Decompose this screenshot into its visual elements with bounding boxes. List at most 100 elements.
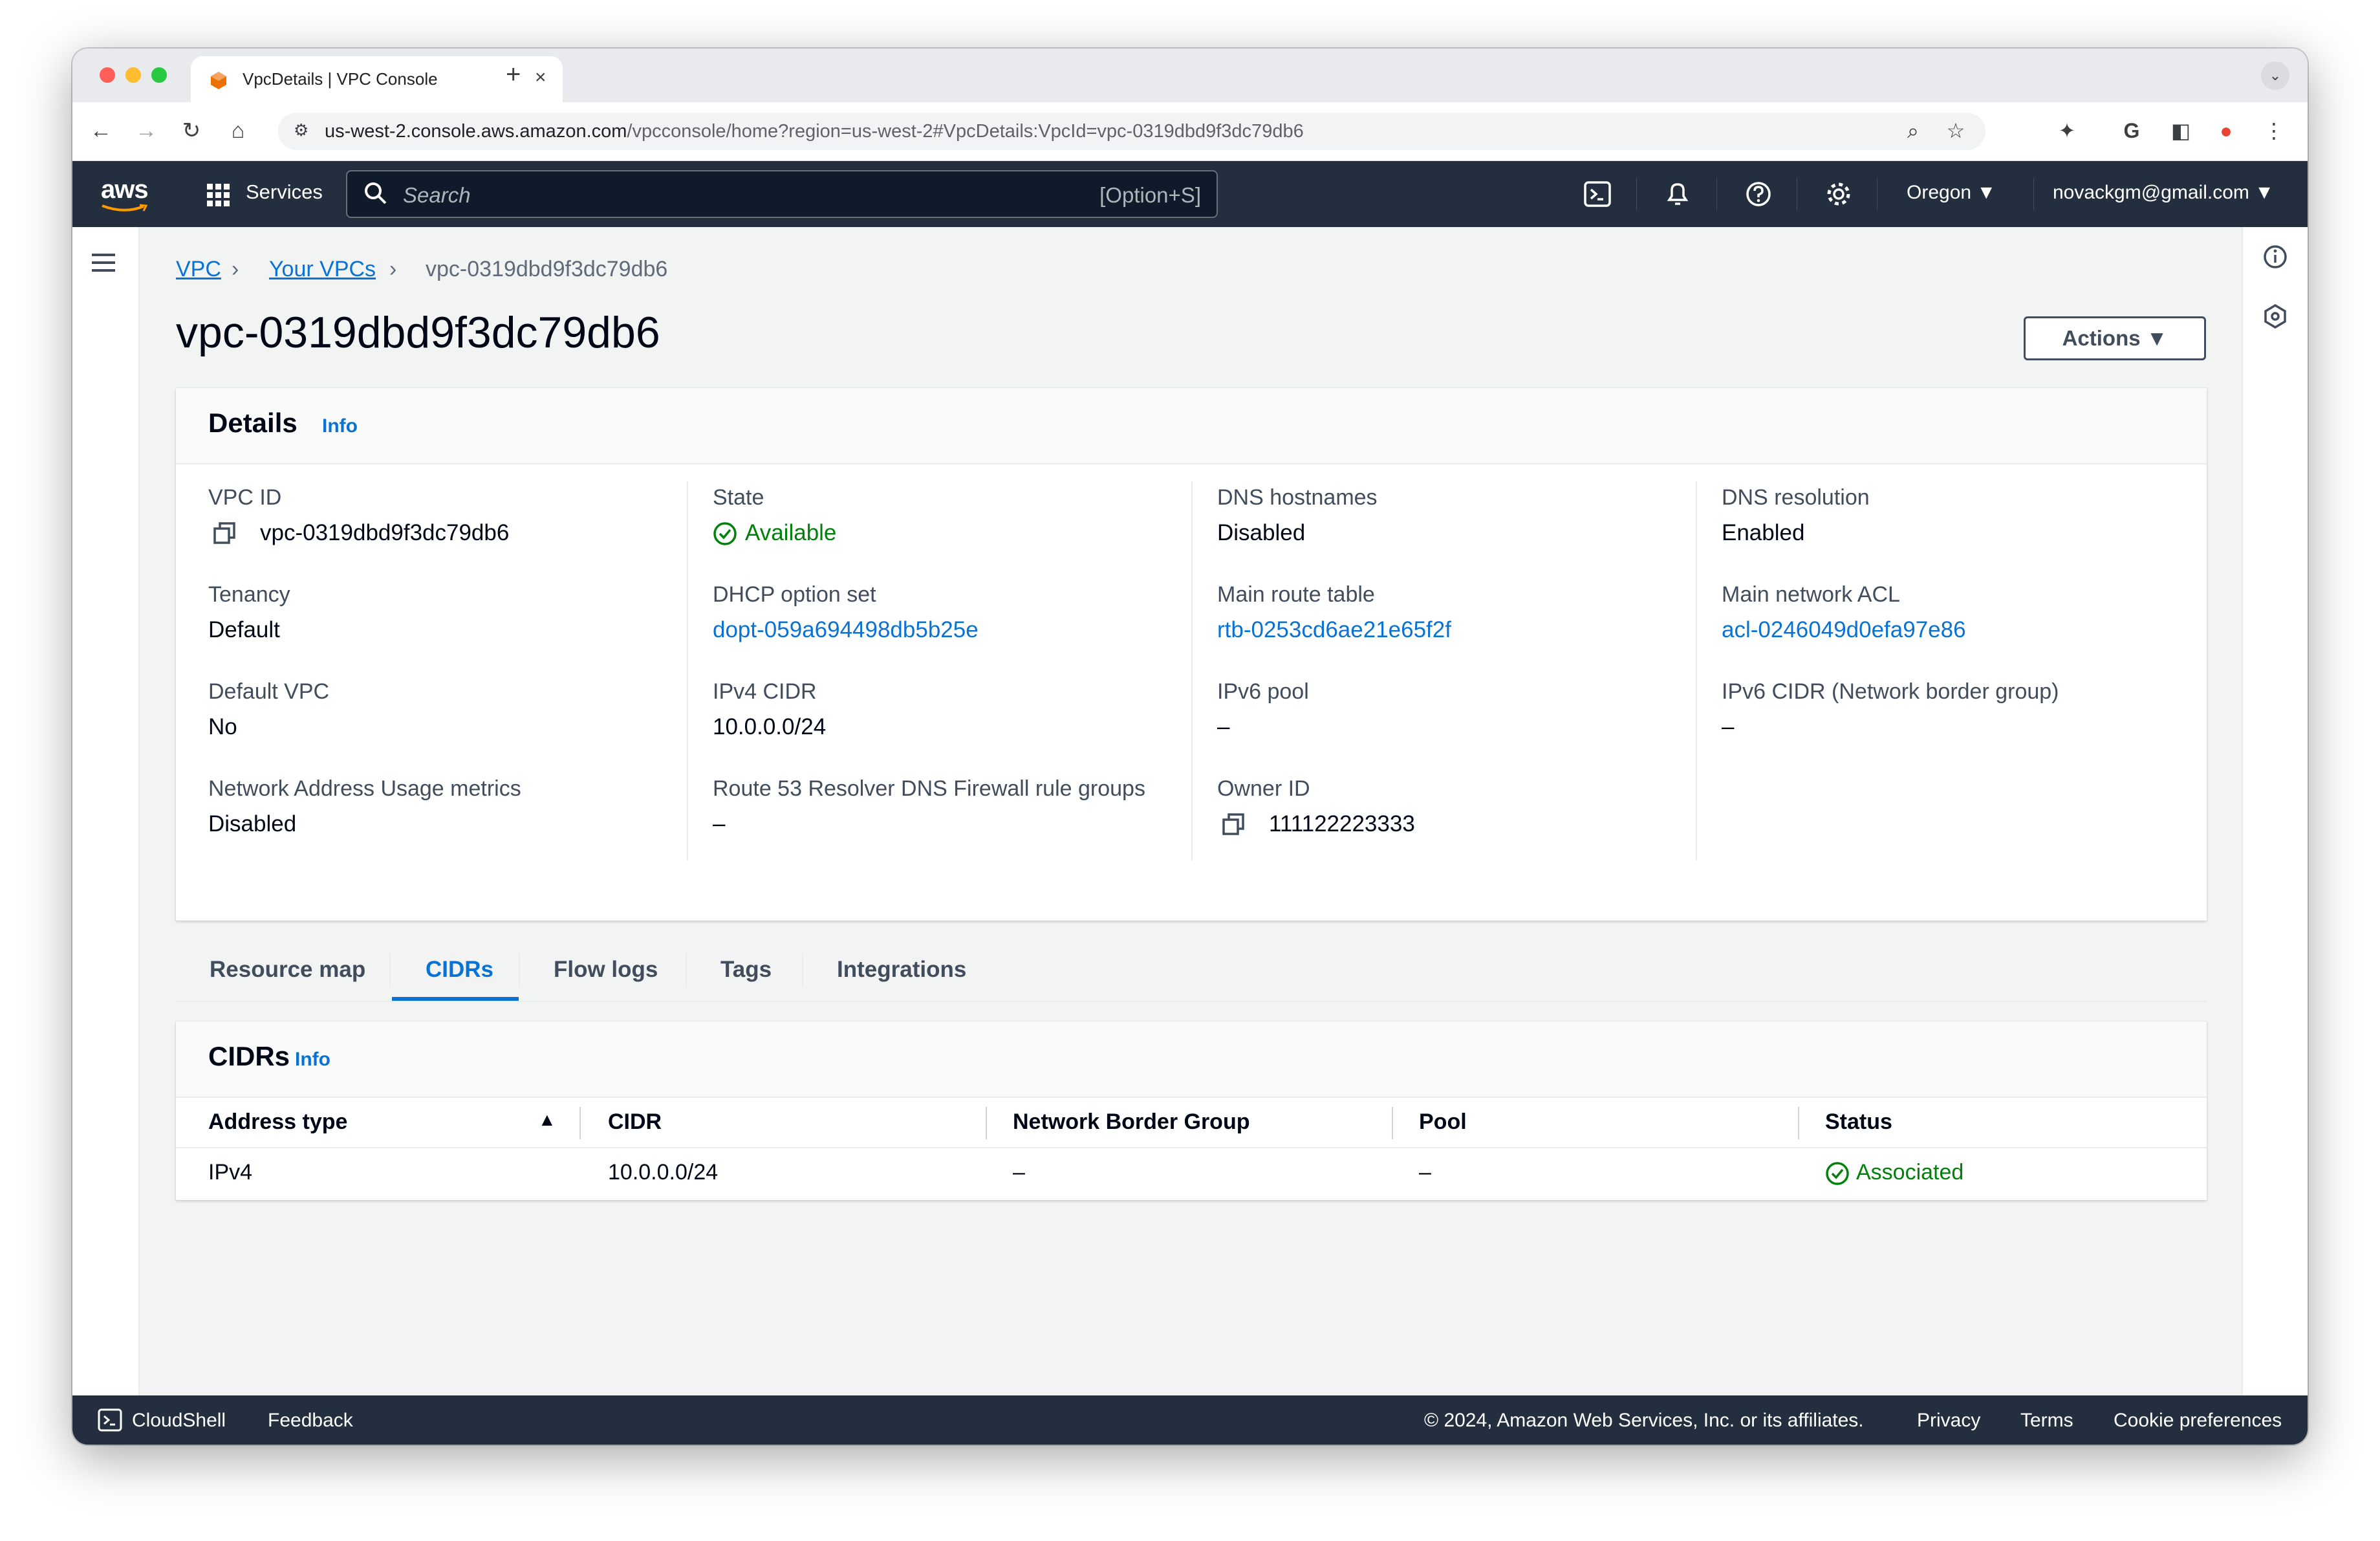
console-footer: CloudShell Feedback © 2024, Amazon Web S… bbox=[72, 1395, 2308, 1445]
menu-icon[interactable]: ⋮ bbox=[2260, 116, 2288, 145]
aws-logo[interactable]: aws bbox=[101, 175, 149, 204]
tab-divider bbox=[389, 953, 391, 987]
resource-explorer-icon[interactable] bbox=[2262, 303, 2288, 329]
main-acl-link[interactable]: acl-0246049d0efa97e86 bbox=[1722, 617, 1966, 643]
tab-resource-map[interactable]: Resource map bbox=[210, 957, 365, 983]
copy-vpc-id-icon[interactable] bbox=[212, 521, 237, 545]
active-tab-indicator bbox=[392, 997, 519, 1001]
details-card: Details Info VPC ID vpc-0319dbd9f3dc79db… bbox=[176, 388, 2207, 921]
details-info-link[interactable]: Info bbox=[322, 415, 358, 437]
search-input[interactable]: Search [Option+S] bbox=[346, 170, 1218, 218]
cidrs-info-link[interactable]: Info bbox=[295, 1049, 330, 1071]
terms-link[interactable]: Terms bbox=[2020, 1410, 2073, 1432]
info-panel-icon[interactable] bbox=[2262, 244, 2288, 270]
sort-ascending-icon[interactable]: ▲ bbox=[538, 1109, 556, 1130]
owner-id-value: 111122223333 bbox=[1269, 811, 1415, 836]
dns-resolution-value: Enabled bbox=[1722, 520, 1805, 545]
cookie-preferences-link[interactable]: Cookie preferences bbox=[2114, 1410, 2282, 1432]
ipv6-pool-value: – bbox=[1217, 714, 1230, 739]
col-status[interactable]: Status bbox=[1825, 1109, 1892, 1135]
col-address-type[interactable]: Address type bbox=[208, 1109, 347, 1135]
home-icon[interactable]: ⌂ bbox=[224, 116, 252, 145]
ipv6-cidr-value: – bbox=[1722, 714, 1735, 739]
services-menu[interactable]: Services bbox=[246, 180, 323, 204]
ipv6-cidr-label: IPv6 CIDR (Network border group) bbox=[1722, 679, 2059, 704]
settings-gear-icon[interactable] bbox=[1824, 179, 1854, 209]
table-header-divider bbox=[176, 1147, 2207, 1148]
breadcrumb-vpc[interactable]: VPC bbox=[176, 257, 221, 282]
column-resizer[interactable] bbox=[1798, 1107, 1799, 1139]
tab-cidrs[interactable]: CIDRs bbox=[426, 957, 493, 983]
nau-metrics-label: Network Address Usage metrics bbox=[208, 776, 521, 801]
route53-value: – bbox=[713, 811, 726, 836]
state-value: Available bbox=[745, 520, 837, 545]
site-info-icon[interactable]: ⚙ bbox=[294, 120, 308, 140]
dhcp-label: DHCP option set bbox=[713, 582, 876, 607]
cell-pool: – bbox=[1419, 1160, 1431, 1185]
account-menu[interactable]: novackgm@gmail.com ▼ bbox=[2053, 182, 2274, 204]
help-icon[interactable] bbox=[1744, 179, 1773, 209]
address-bar[interactable]: ⚙ us-west-2.console.aws.amazon.com/vpcco… bbox=[278, 113, 1985, 150]
breadcrumb-current: vpc-0319dbd9f3dc79db6 bbox=[426, 257, 668, 281]
chevron-right-icon: › bbox=[232, 257, 239, 281]
tab-tags[interactable]: Tags bbox=[720, 957, 772, 983]
profile-icon[interactable]: ● bbox=[2212, 116, 2240, 145]
route53-label: Route 53 Resolver DNS Firewall rule grou… bbox=[713, 776, 1145, 801]
zoom-icon[interactable]: ⌕ bbox=[1899, 116, 1927, 145]
sidepanel-icon[interactable]: ◧ bbox=[2167, 116, 2195, 145]
tab-flow-logs[interactable]: Flow logs bbox=[554, 957, 658, 983]
col-pool[interactable]: Pool bbox=[1419, 1109, 1467, 1135]
ipv4-cidr-label: IPv4 CIDR bbox=[713, 679, 817, 704]
nav-divider bbox=[1716, 178, 1717, 210]
tab-strip: VpcDetails | VPC Console × + ⌄ bbox=[72, 49, 2308, 102]
tab-search-button[interactable]: ⌄ bbox=[2261, 61, 2289, 90]
extensions-icon[interactable]: ✦ bbox=[2053, 116, 2081, 145]
main-acl-label: Main network ACL bbox=[1722, 582, 1900, 607]
back-icon[interactable]: ← bbox=[87, 116, 115, 145]
status-success-icon bbox=[1826, 1162, 1849, 1185]
reload-icon[interactable]: ↻ bbox=[177, 116, 206, 145]
google-icon[interactable]: G bbox=[2117, 116, 2146, 145]
copyright-text: © 2024, Amazon Web Services, Inc. or its… bbox=[1424, 1410, 1864, 1431]
tenancy-label: Tenancy bbox=[208, 582, 290, 607]
dhcp-link[interactable]: dopt-059a694498db5b25e bbox=[713, 617, 979, 643]
column-resizer[interactable] bbox=[1392, 1107, 1393, 1139]
nav-divider bbox=[2033, 178, 2034, 210]
tab-integrations[interactable]: Integrations bbox=[837, 957, 966, 983]
column-resizer[interactable] bbox=[986, 1107, 987, 1139]
tab-divider bbox=[519, 953, 520, 987]
page-title: vpc-0319dbd9f3dc79db6 bbox=[176, 308, 660, 357]
vpc-id-value: vpc-0319dbd9f3dc79db6 bbox=[260, 520, 510, 545]
column-resizer[interactable] bbox=[579, 1107, 581, 1139]
new-tab-button[interactable]: + bbox=[506, 61, 521, 87]
star-icon[interactable]: ☆ bbox=[1942, 116, 1970, 145]
close-window-button[interactable] bbox=[100, 67, 115, 83]
search-shortcut: [Option+S] bbox=[1099, 183, 1201, 207]
region-selector[interactable]: Oregon ▼ bbox=[1907, 182, 1996, 204]
services-grid-icon[interactable] bbox=[206, 182, 232, 208]
actions-button[interactable]: Actions ▼ bbox=[2024, 316, 2206, 360]
state-label: State bbox=[713, 485, 764, 510]
cloudshell-link[interactable]: CloudShell bbox=[132, 1410, 226, 1432]
cloudshell-icon[interactable] bbox=[1583, 179, 1612, 209]
breadcrumb-your-vpcs[interactable]: Your VPCs bbox=[269, 257, 376, 282]
copy-owner-id-icon[interactable] bbox=[1221, 812, 1246, 836]
feedback-link[interactable]: Feedback bbox=[268, 1410, 353, 1432]
forward-icon[interactable]: → bbox=[132, 116, 160, 145]
cloudshell-footer-icon[interactable] bbox=[97, 1407, 123, 1433]
close-tab-icon[interactable]: × bbox=[535, 67, 546, 89]
privacy-link[interactable]: Privacy bbox=[1917, 1410, 1980, 1432]
nav-divider bbox=[1636, 178, 1637, 210]
tabs-baseline bbox=[176, 1001, 2207, 1002]
column-divider bbox=[687, 481, 688, 860]
notifications-bell-icon[interactable] bbox=[1663, 179, 1693, 209]
main-route-table-link[interactable]: rtb-0253cd6ae21e65f2f bbox=[1217, 617, 1451, 643]
maximize-window-button[interactable] bbox=[151, 67, 167, 83]
tenancy-value: Default bbox=[208, 617, 280, 642]
hamburger-menu-icon[interactable] bbox=[91, 252, 116, 274]
dns-hostnames-value: Disabled bbox=[1217, 520, 1306, 545]
col-network-border-group[interactable]: Network Border Group bbox=[1013, 1109, 1250, 1135]
minimize-window-button[interactable] bbox=[125, 67, 141, 83]
col-cidr[interactable]: CIDR bbox=[608, 1109, 662, 1135]
dns-hostnames-label: DNS hostnames bbox=[1217, 485, 1378, 510]
